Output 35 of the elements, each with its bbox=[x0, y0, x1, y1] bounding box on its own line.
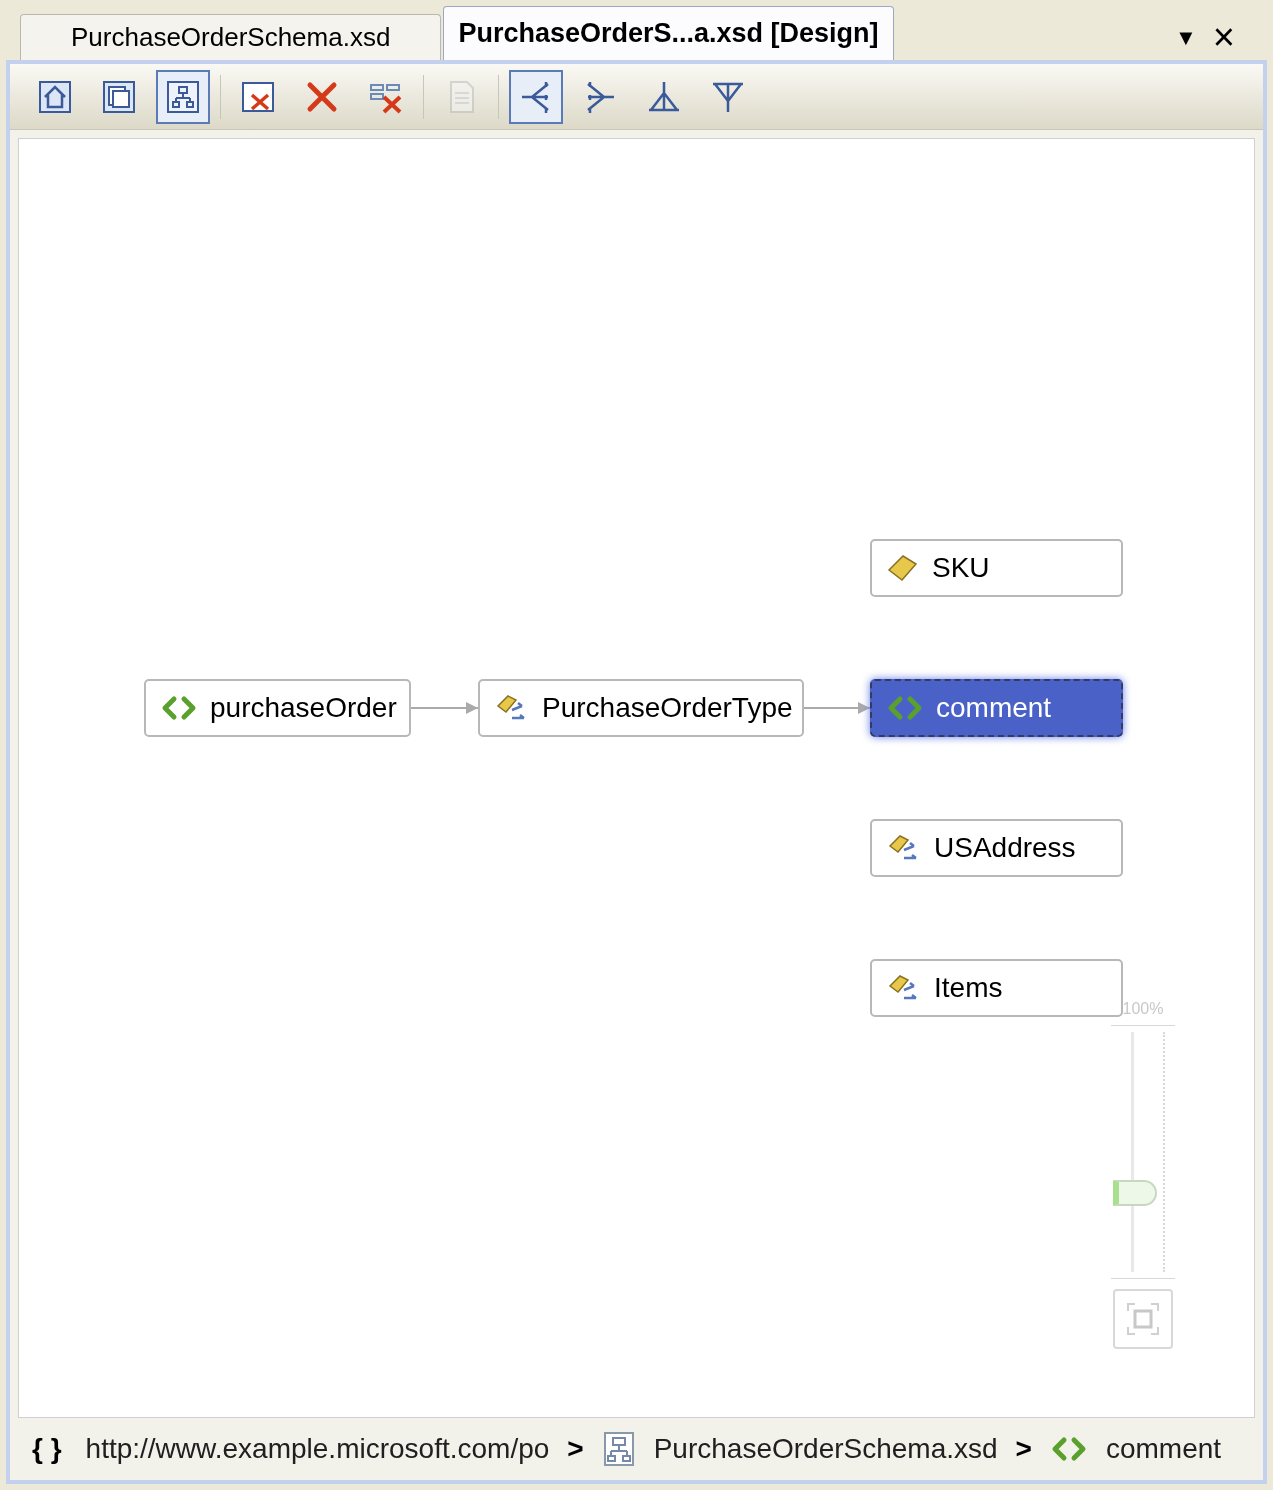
element-icon bbox=[886, 695, 924, 721]
tag-icon bbox=[886, 552, 920, 584]
breadcrumb-link[interactable]: http://www.example.microsoft.com/po bbox=[85, 1428, 550, 1470]
schema-node[interactable]: comment bbox=[870, 679, 1123, 737]
schema-node[interactable]: purchaseOrder bbox=[144, 679, 411, 737]
breadcrumb-link[interactable]: PurchaseOrderSchema.xsd bbox=[653, 1428, 998, 1470]
toolbar-button[interactable] bbox=[509, 69, 563, 124]
close-button[interactable]: × bbox=[1204, 14, 1243, 60]
pages-icon bbox=[101, 78, 137, 115]
fit-icon bbox=[1125, 1301, 1161, 1337]
document-tab[interactable]: PurchaseOrderS...a.xsd [Design] bbox=[443, 6, 894, 60]
node-label: comment bbox=[936, 691, 1052, 725]
node-label: SKU bbox=[932, 551, 990, 585]
document-tab[interactable]: PurchaseOrderSchema.xsd bbox=[20, 14, 442, 60]
breadcrumb-link[interactable]: comment bbox=[1105, 1428, 1222, 1470]
connector-arrow bbox=[803, 702, 871, 714]
breadcrumb-separator: > bbox=[1015, 1432, 1032, 1466]
node-label: PurchaseOrderType bbox=[542, 691, 793, 725]
namespace-icon: { } bbox=[32, 1428, 62, 1470]
diagram-icon bbox=[165, 78, 201, 115]
home-icon bbox=[37, 78, 73, 115]
schema-node[interactable]: SKU bbox=[870, 539, 1123, 597]
breadcrumb-separator: > bbox=[567, 1432, 584, 1466]
schema-node[interactable]: USAddress bbox=[870, 819, 1123, 877]
element-icon bbox=[160, 695, 198, 721]
schema-node[interactable]: PurchaseOrderType bbox=[478, 679, 804, 737]
node-label: USAddress bbox=[934, 831, 1076, 865]
toolbar-button[interactable] bbox=[156, 69, 210, 124]
schema-icon bbox=[601, 1431, 636, 1467]
node-label: Items bbox=[934, 971, 1003, 1005]
slider-thumb[interactable] bbox=[1113, 1179, 1157, 1206]
node-label: purchaseOrder bbox=[210, 691, 397, 725]
dropdown-button[interactable]: ▼ bbox=[1167, 14, 1205, 60]
connector-arrow bbox=[410, 702, 479, 714]
schema-node[interactable]: Items bbox=[870, 959, 1123, 1017]
